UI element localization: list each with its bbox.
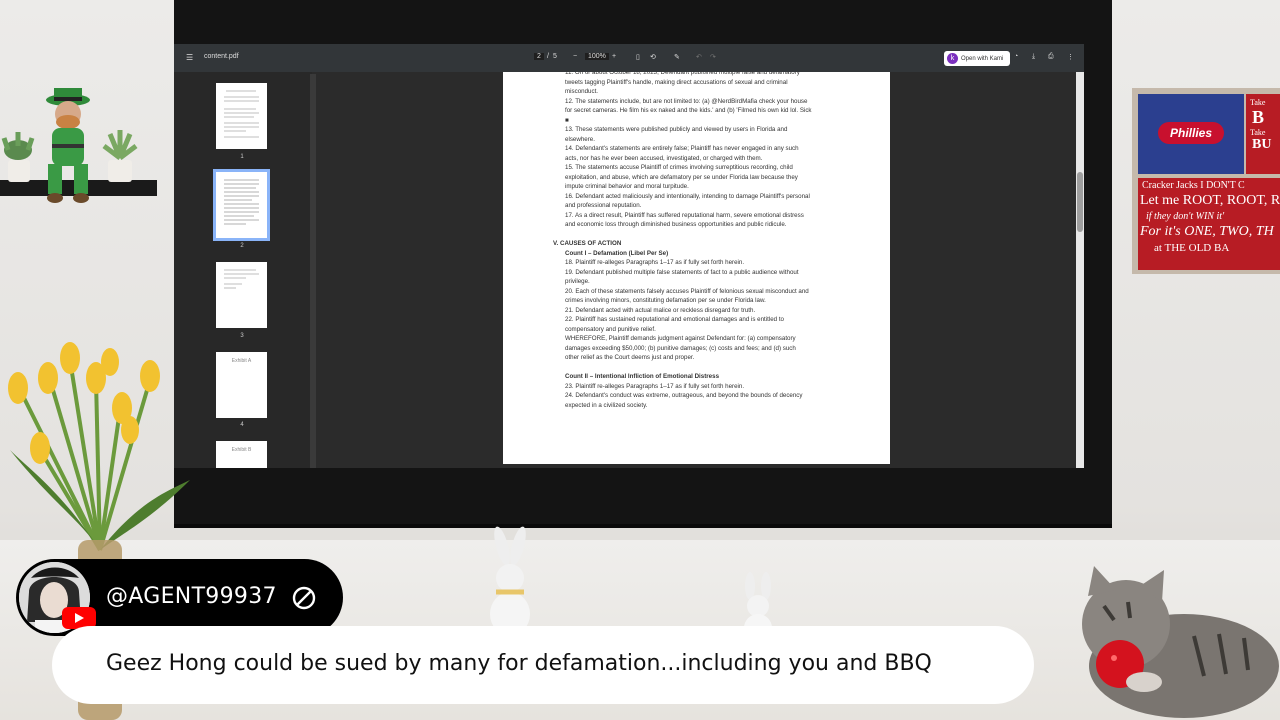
sign-flag: Phillies [1138, 94, 1244, 174]
redo-icon[interactable]: ↷ [710, 53, 716, 61]
page-text-line: misconduct. [565, 88, 599, 95]
menu-icon[interactable]: ☰ [186, 53, 193, 62]
scrollbar-thumb[interactable] [1077, 172, 1083, 232]
sign-text: Cracker Jacks I DON'T C [1142, 180, 1245, 191]
thumbnail-page-2[interactable] [213, 169, 270, 241]
page-text-line: for secret cameras. He film his ex naked… [565, 107, 812, 114]
annotate-icon[interactable]: ✎ [674, 53, 680, 61]
thumbnail-label: Exhibit B [231, 447, 252, 453]
page-text-line: 13. These statements were published publ… [565, 126, 788, 133]
leprechaun-figurine-image [46, 88, 90, 203]
page-text-line: privilege. [565, 278, 590, 285]
page-text-line: acts, nor has he ever been accused, inve… [565, 154, 763, 162]
download-icon[interactable]: ⤓ [1032, 53, 1035, 61]
chat-author-handle: @AGENT99937 [106, 584, 277, 609]
block-icon[interactable] [292, 586, 316, 610]
sign-stripe: Take B Take BU [1246, 94, 1280, 174]
thumbnail-number: 3 [240, 333, 244, 339]
page-text-line: 16. Defendant acted maliciously and inte… [565, 192, 810, 200]
bunny-figurine-image [490, 526, 530, 636]
undo-icon[interactable]: ↶ [696, 53, 702, 61]
thumbnail-page-3[interactable] [216, 262, 267, 328]
kami-icon: k [947, 53, 958, 64]
chat-message-text: Geez Hong could be sued by many for defa… [106, 651, 932, 676]
thumbnail-page-1[interactable] [216, 83, 267, 149]
page-text-line: 17. As a direct result, Plaintiff has su… [565, 211, 804, 219]
page-text-line: 12. The statements include, but are not … [565, 97, 808, 105]
sign-text: BU [1252, 137, 1272, 152]
file-name: content.pdf [204, 53, 239, 60]
phillies-logo: Phillies [1158, 122, 1224, 144]
zoom-out-icon[interactable]: − [573, 53, 577, 60]
youtube-play-triangle [75, 613, 84, 623]
document-scrollbar[interactable] [1076, 72, 1084, 468]
page-text-line: V. CAUSES OF ACTION [553, 240, 622, 247]
page-text: 11. On or about October 18, 2023, Defend… [553, 72, 845, 410]
page-text-line: Count II – Intentional Infliction of Emo… [565, 373, 720, 380]
page-text-line: compensatory and punitive relief. [565, 325, 656, 333]
page-text-line: other relief as the Court deems just and… [565, 354, 695, 361]
zoom-input[interactable]: 100% [585, 53, 609, 60]
page-text-line: 21. Defendant acted with actual malice o… [565, 306, 756, 314]
page-text-line: crimes involving minors, constituting de… [565, 297, 766, 304]
print-icon[interactable]: ⎙ [1048, 53, 1054, 61]
page-text-line: 23. Plaintiff re-alleges Paragraphs 1–17… [565, 382, 745, 390]
sign-text: B [1252, 107, 1265, 127]
thumbnail-number: 4 [240, 422, 244, 428]
zoom-in-icon[interactable]: + [612, 53, 616, 60]
page-text-line: 22. Plaintiff has sustained reputational… [565, 316, 785, 323]
page-text-line: damages exceeding $50,000; (b) punitive … [565, 344, 796, 352]
page-text-line: and economic loss through diminished bus… [565, 221, 787, 228]
chat-message-bubble: Geez Hong could be sued by many for defa… [52, 626, 1034, 704]
more-options-icon[interactable]: ⋮ [1067, 53, 1074, 61]
thumbnail-page-5[interactable]: Exhibit B [216, 441, 267, 468]
page-total: 5 [553, 53, 557, 60]
page-text-line: 14. Defendant's statements are entirely … [565, 145, 799, 152]
open-with-kami-button[interactable]: k Open with Kami [944, 51, 1010, 66]
page-separator: / [547, 53, 549, 60]
kitten-image [1082, 566, 1279, 718]
page-text-line: tweets tagging Plaintiff's handle, makin… [565, 78, 788, 86]
thumbnail-scrollbar[interactable] [310, 74, 316, 468]
fit-page-icon[interactable]: ▯ [636, 53, 640, 61]
sign-text: Take [1250, 128, 1266, 137]
sign-text: For it's ONE, TWO, TH [1140, 224, 1274, 239]
pdf-viewer: ☰ content.pdf 2 / 5 − 100% + ▯ ⟲ ✎ ↶ ↷ k… [174, 44, 1084, 468]
rotate-icon[interactable]: ⟲ [650, 53, 656, 61]
page-text-line: expected in a civilized society. [565, 401, 648, 409]
page-text-line: 19. Defendant published multiple false s… [565, 268, 799, 276]
thumbnail-label: Exhibit A [231, 358, 252, 364]
page-text-line: 20. Each of these statements falsely acc… [565, 287, 809, 295]
page-text-line: elsewhere. [565, 135, 595, 143]
succulent-plant-image [1, 132, 35, 182]
sign-text: Let me ROOT, ROOT, R [1140, 193, 1280, 208]
phillies-wall-sign: Phillies Take B Take BU Cracker Jacks I … [1132, 88, 1280, 274]
page-text-line [565, 230, 845, 240]
page-text-line: and professional reputation. [565, 202, 642, 209]
page-number-input[interactable]: 2 [534, 53, 544, 60]
history-icon[interactable]: ◔ [1014, 53, 1018, 60]
page-text-line: 15. The statements accuse Plaintiff of c… [565, 164, 793, 171]
page-text-line: Count I – Defamation (Libel Per Se) [565, 249, 669, 257]
sign-text: if they don't WIN it' [1146, 211, 1225, 222]
page-text-line: 18. Plaintiff re-alleges Paragraphs 1–17… [565, 259, 745, 266]
pdf-page: 11. On or about October 18, 2023, Defend… [503, 72, 890, 464]
sign-text: Take [1250, 98, 1266, 107]
sign-text: at THE OLD BA [1154, 242, 1230, 254]
page-text-line: 24. Defendant's conduct was extreme, out… [565, 392, 803, 399]
page-text-line [565, 363, 845, 373]
open-with-kami-label: Open with Kami [961, 55, 1004, 62]
page-text-line: exploitation, and abuse, which are defam… [565, 173, 798, 181]
page-text-line: ■ [565, 116, 569, 124]
sign-lyrics-panel: Cracker Jacks I DON'T C Let me ROOT, ROO… [1138, 178, 1280, 270]
page-text-line: impute criminal behavior and moral turpi… [565, 183, 689, 190]
thumbnail-page-4[interactable]: Exhibit A [216, 352, 267, 418]
pdf-toolbar: ☰ content.pdf 2 / 5 − 100% + ▯ ⟲ ✎ ↶ ↷ k… [174, 44, 1084, 72]
thumbnail-number: 1 [240, 154, 244, 160]
page-text-line: WHEREFORE, Plaintiff demands judgment ag… [565, 335, 796, 342]
thumbnail-number: 2 [240, 243, 244, 249]
